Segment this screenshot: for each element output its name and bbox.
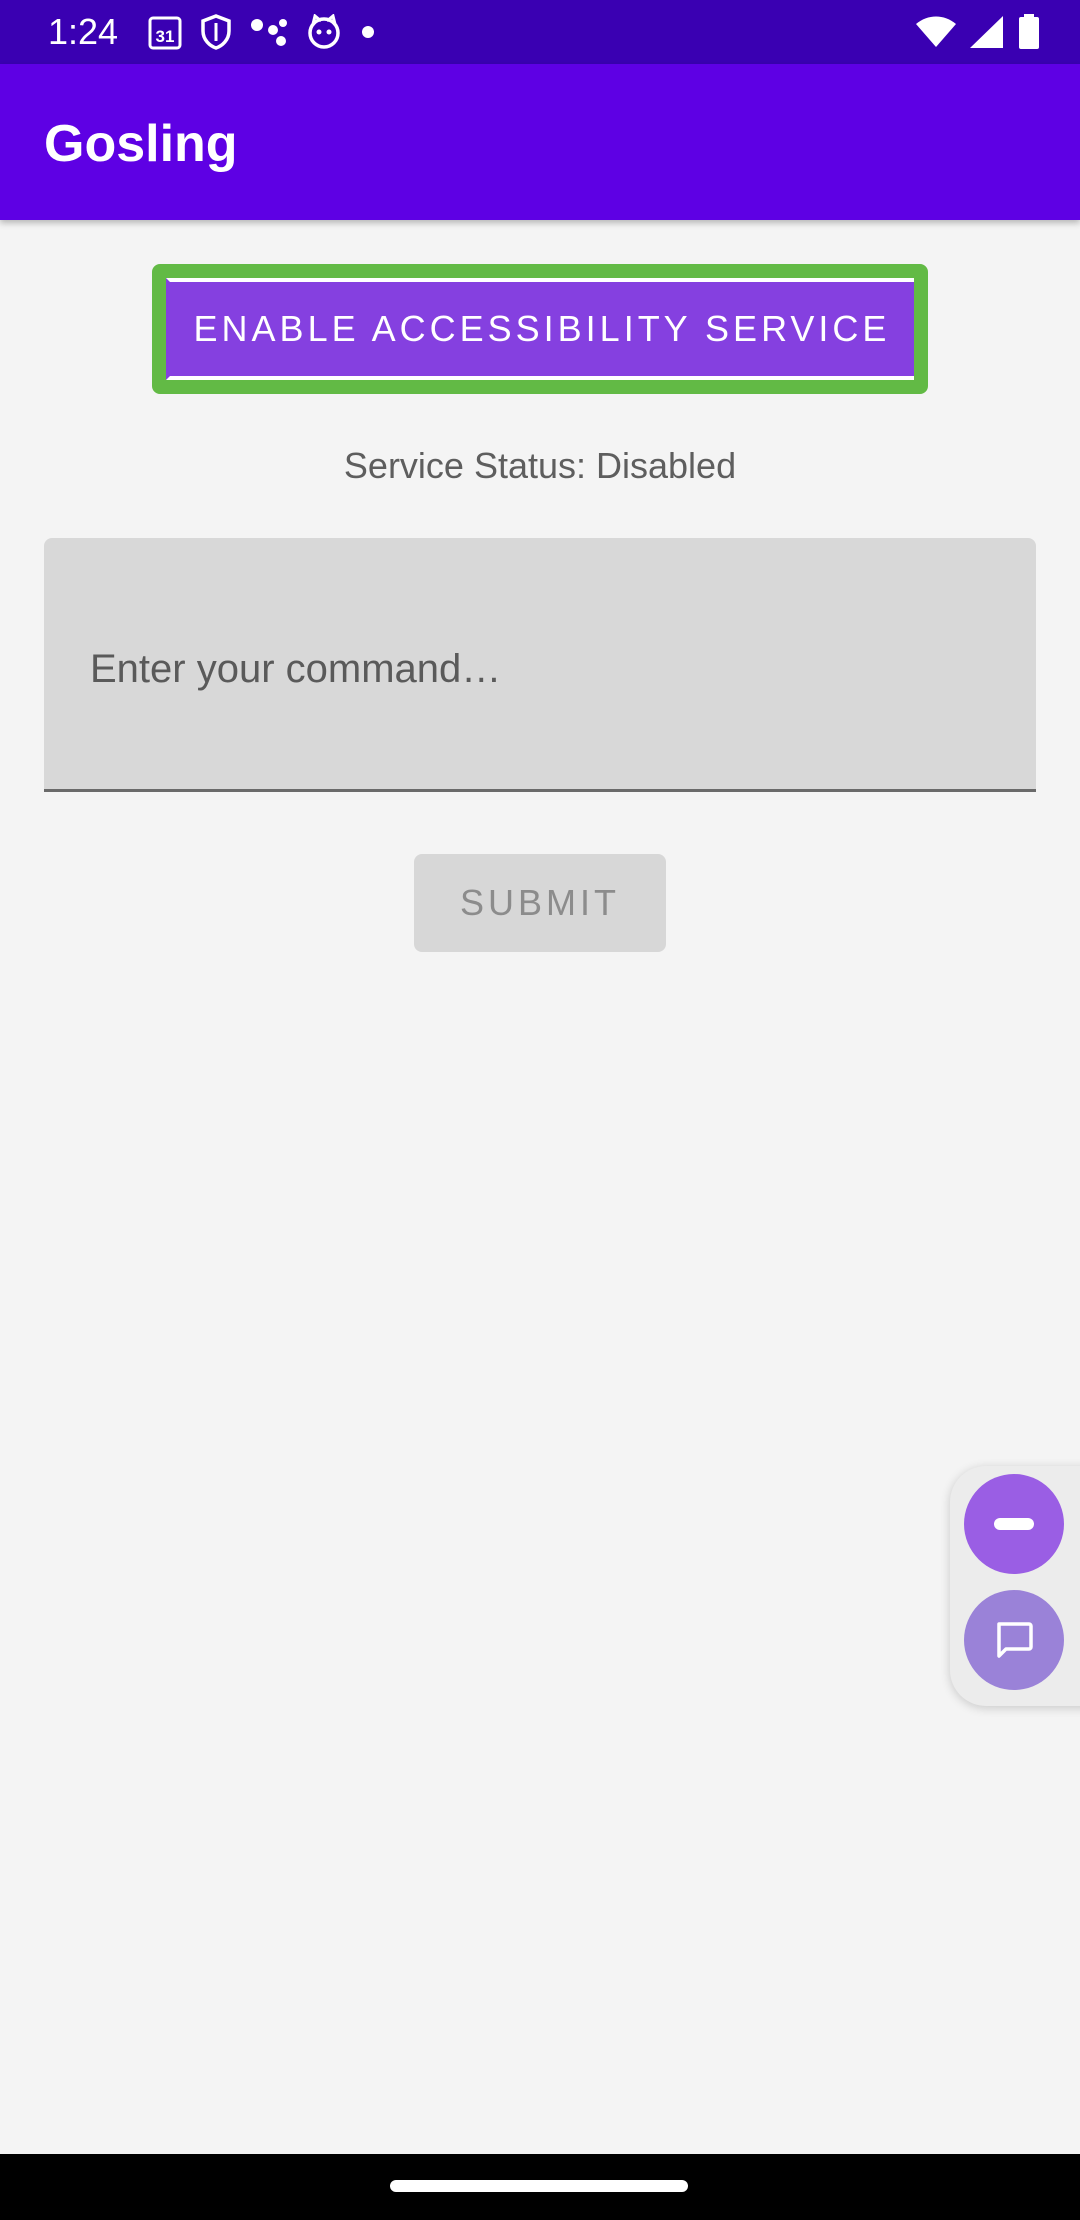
navigation-bar [0,2154,1080,2220]
enable-accessibility-button[interactable]: ENABLE ACCESSIBILITY SERVICE [166,278,914,380]
calendar-icon: 31 [148,14,182,50]
status-bar: 1:24 31 [0,0,1080,64]
signal-icon [970,16,1004,48]
cat-icon [306,14,342,50]
service-status-text: Service Status: Disabled [343,445,737,486]
app-title: Gosling [44,115,238,173]
chat-bubble-button[interactable] [964,1590,1064,1690]
command-input[interactable] [88,538,992,796]
minimize-bubble-button[interactable] [964,1474,1064,1574]
command-field[interactable] [44,538,1036,796]
chat-icon [994,1620,1034,1660]
status-icons-right [916,12,1040,52]
enable-button-highlight: ENABLE ACCESSIBILITY SERVICE [152,264,928,394]
app-bar: Gosling [0,64,1080,220]
dots-icon [250,17,288,47]
minimize-icon [994,1518,1034,1530]
submit-button[interactable]: SUBMIT [414,854,666,952]
battery-icon [1018,14,1040,50]
notification-dot-icon [360,24,376,40]
status-icons-left: 31 [148,12,376,52]
home-gesture-handle[interactable] [390,2180,688,2192]
calendar-icon-text: 31 [156,27,175,46]
status-time: 1:24 [48,11,119,52]
wifi-icon [916,16,956,48]
shield-icon [200,14,232,50]
